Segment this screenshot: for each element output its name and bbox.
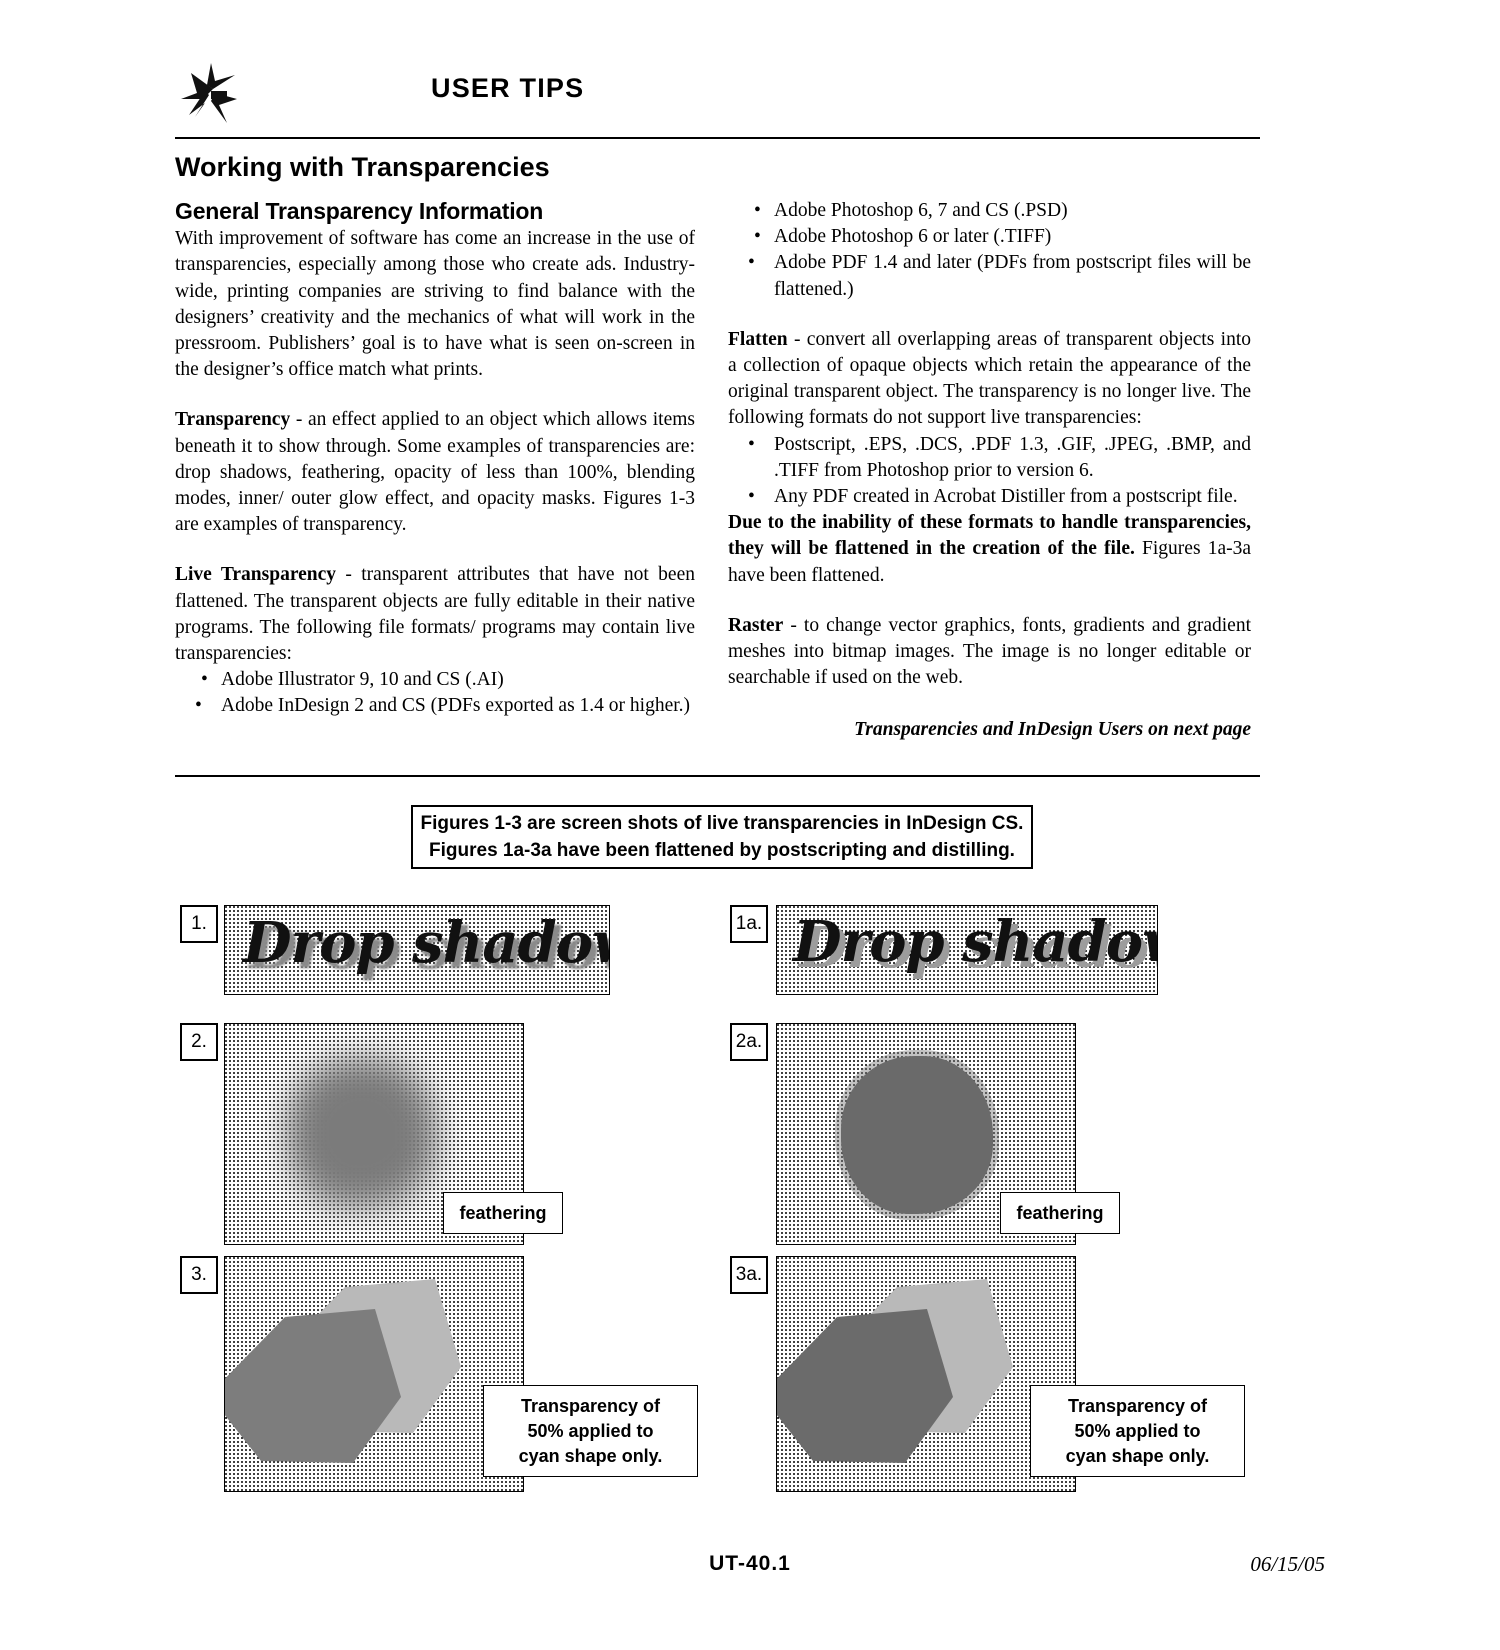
list-item: Postscript, .EPS, .DCS, .PDF 1.3, .GIF, … xyxy=(728,432,1251,484)
feathering-label-2: feathering xyxy=(1000,1192,1120,1234)
figure-number-1: 1. xyxy=(180,905,218,943)
feathered-blob-flat xyxy=(841,1056,993,1214)
figure-3-image xyxy=(224,1256,524,1492)
figure-1-image: Drop shadow Drop shadow xyxy=(224,905,610,995)
section-heading: General Transparency Information xyxy=(175,198,544,224)
feathered-blob xyxy=(287,1058,437,1208)
transparency-label-line-3: cyan shape only. xyxy=(1065,1445,1210,1466)
feathering-label-1: feathering xyxy=(443,1192,563,1234)
transparency-label-line-3: cyan shape only. xyxy=(518,1445,663,1466)
right-column: Adobe Photoshop 6, 7 and CS (.PSD) Adobe… xyxy=(728,198,1251,744)
list-item: Adobe InDesign 2 and CS (PDFs exported a… xyxy=(175,693,695,719)
raster-definition: - to change vector graphics, fonts, grad… xyxy=(728,614,1251,689)
intro-paragraph: With improvement of software has come an… xyxy=(175,228,695,381)
figure-number-3: 3. xyxy=(180,1256,218,1294)
live-transparency-paragraph: Live Transparency - transparent attribut… xyxy=(175,562,695,667)
feathering-label-text: feathering xyxy=(1016,1202,1104,1223)
transparency-label-line-1: Transparency of xyxy=(1067,1395,1208,1416)
drop-shadow-text-flat: Drop shadow xyxy=(793,909,1158,975)
flatten-paragraph: Flatten - convert all overlapping areas … xyxy=(728,327,1251,432)
section-divider-rule xyxy=(175,775,1260,777)
figures-caption-box: Figures 1-3 are screen shots of live tra… xyxy=(411,805,1033,869)
drop-shadow-text: Drop shadow xyxy=(243,910,610,976)
header-rule xyxy=(175,137,1260,139)
list-item: Adobe Illustrator 9, 10 and CS (.AI) xyxy=(175,667,695,693)
transparency-label-line-1: Transparency of xyxy=(520,1395,661,1416)
transparency-label-2: Transparency of 50% applied to cyan shap… xyxy=(1030,1385,1245,1477)
list-item: Adobe PDF 1.4 and later (PDFs from posts… xyxy=(728,250,1251,302)
figures-area: 1. Drop shadow Drop shadow 1a. Drop shad… xyxy=(0,890,1500,1530)
figure-number-3a: 3a. xyxy=(730,1256,768,1294)
footer-date: 06/15/05 xyxy=(1250,1552,1325,1576)
raster-term: Raster xyxy=(728,614,784,636)
left-column: General Transparency Information With im… xyxy=(175,198,695,720)
transparency-label-line-2: 50% applied to xyxy=(1074,1420,1201,1441)
transparency-label-1: Transparency of 50% applied to cyan shap… xyxy=(483,1385,698,1477)
figure-number-1a: 1a. xyxy=(730,905,768,943)
header-title: USER TIPS xyxy=(431,73,585,103)
pinwheel-logo-icon xyxy=(175,55,251,131)
transparency-paragraph: Transparency - an effect applied to an o… xyxy=(175,407,695,538)
document-page: USER TIPS Working with Transparencies Ge… xyxy=(0,0,1500,1650)
list-item: Adobe Photoshop 6, 7 and CS (.PSD) xyxy=(728,198,1251,224)
next-page-note: Transparencies and InDesign Users on nex… xyxy=(854,719,1251,741)
caption-line-1: Figures 1-3 are screen shots of live tra… xyxy=(420,813,1024,834)
figure-1a-image: Drop shadow Drop shadow xyxy=(776,905,1158,995)
flattened-note: Due to the inability of these formats to… xyxy=(728,510,1251,589)
live-transparency-term: Live Transparency xyxy=(175,564,337,586)
page-header: USER TIPS xyxy=(175,55,1260,135)
list-item: Adobe Photoshop 6 or later (.TIFF) xyxy=(728,224,1251,250)
raster-paragraph: Raster - to change vector graphics, font… xyxy=(728,613,1251,692)
figure-number-2: 2. xyxy=(180,1023,218,1061)
flatten-term: Flatten xyxy=(728,328,788,350)
page-title: Working with Transparencies xyxy=(175,152,550,182)
feathering-label-text: feathering xyxy=(459,1202,547,1223)
caption-line-2: Figures 1a-3a have been flattened by pos… xyxy=(429,840,1015,861)
cyan-shape xyxy=(225,1309,401,1463)
flatten-definition: - convert all overlapping areas of trans… xyxy=(728,328,1251,429)
transparency-label-line-2: 50% applied to xyxy=(527,1420,654,1441)
list-item: Any PDF created in Acrobat Distiller fro… xyxy=(728,484,1251,510)
transparency-term: Transparency xyxy=(175,409,291,431)
figure-number-2a: 2a. xyxy=(730,1023,768,1061)
cyan-shape-flat xyxy=(777,1309,953,1463)
